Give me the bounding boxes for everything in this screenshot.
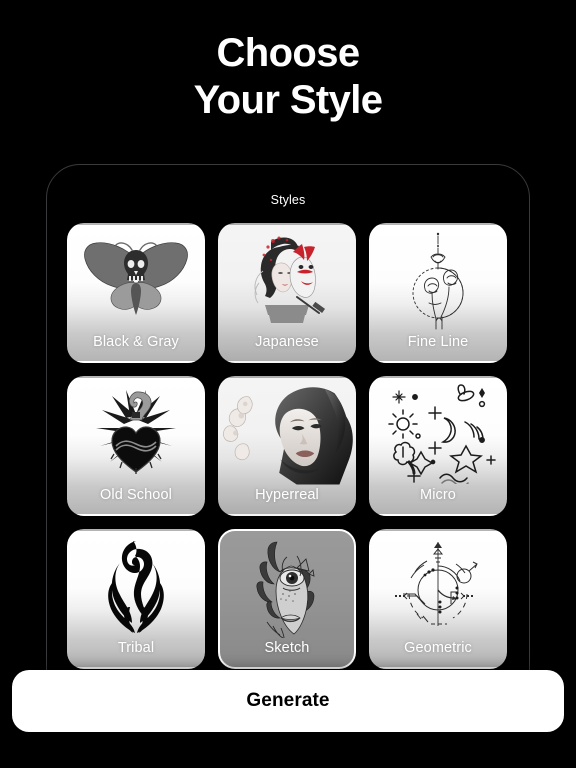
page-title-line-2: Your Style: [193, 78, 383, 122]
geisha-oni-icon: [220, 229, 354, 333]
portrait-flowers-icon: [220, 382, 354, 486]
styles-panel-title: Styles: [270, 193, 306, 207]
style-card-label: Geometric: [404, 640, 472, 656]
style-card-label: Hyperreal: [255, 487, 319, 503]
styles-grid: Black & Gray Japanese Fine Line Old Scho…: [67, 223, 509, 669]
style-card-label: Micro: [420, 487, 456, 503]
page-title: Choose Your Style: [0, 30, 576, 124]
style-card-geometric[interactable]: Geometric: [369, 529, 507, 669]
micro-doodles-icon: [371, 382, 505, 486]
style-card-label: Black & Gray: [93, 334, 179, 350]
style-card-micro[interactable]: Micro: [369, 376, 507, 516]
style-card-japanese[interactable]: Japanese: [218, 223, 356, 363]
style-card-sketch[interactable]: Sketch: [218, 529, 356, 669]
style-card-black-gray[interactable]: Black & Gray: [67, 223, 205, 363]
styles-panel: Styles Black & Gray Japanese Fine Line O…: [46, 164, 530, 732]
style-card-label: Japanese: [255, 334, 319, 350]
geometric-orbit-icon: [371, 535, 505, 639]
style-card-label: Fine Line: [407, 334, 469, 350]
style-card-label: Sketch: [264, 640, 310, 656]
style-card-tribal[interactable]: Tribal: [67, 529, 205, 669]
sketch-face-icon: [220, 535, 354, 639]
style-card-fine-line[interactable]: Fine Line: [369, 223, 507, 363]
fineline-floral-icon: [371, 229, 505, 333]
sacred-heart-icon: [69, 382, 203, 486]
tribal-swirl-icon: [69, 535, 203, 639]
style-card-hyperreal[interactable]: Hyperreal: [218, 376, 356, 516]
style-card-label: Old School: [100, 487, 172, 503]
moth-skull-icon: [69, 229, 203, 333]
style-card-old-school[interactable]: Old School: [67, 376, 205, 516]
page-title-line-1: Choose: [216, 31, 360, 75]
style-card-label: Tribal: [117, 640, 155, 656]
generate-button[interactable]: Generate: [12, 670, 564, 732]
